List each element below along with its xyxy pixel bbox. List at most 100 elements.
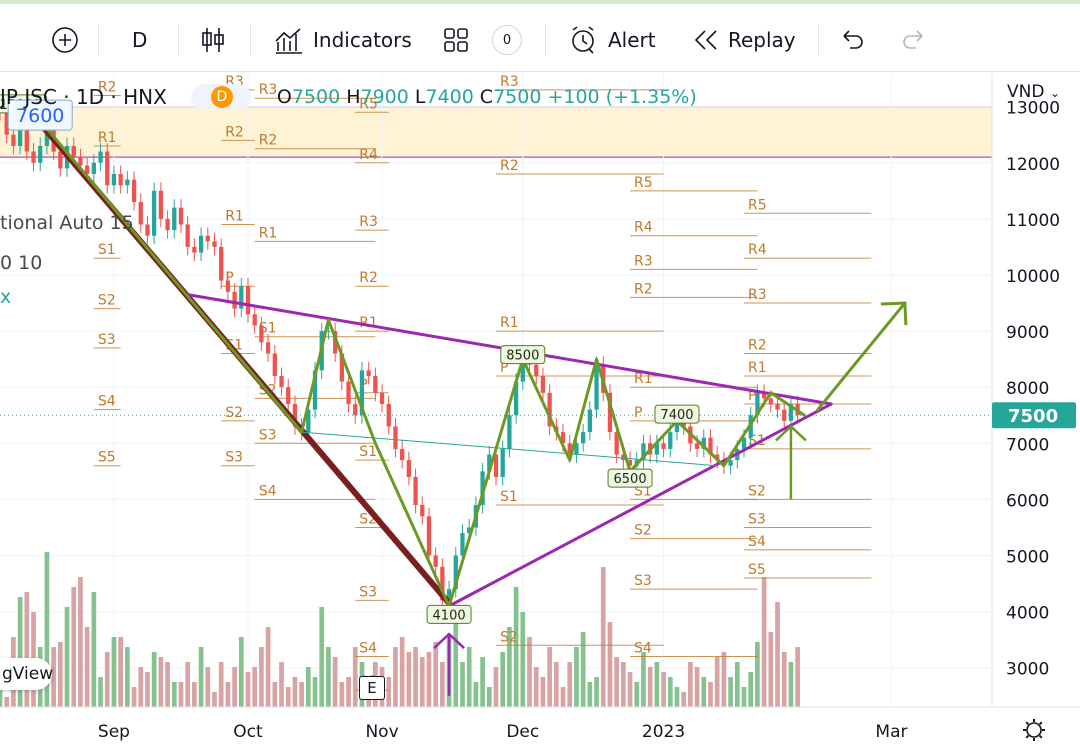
volume-bar — [292, 677, 298, 707]
replay-button[interactable]: Replay — [692, 22, 796, 58]
volume-bar — [527, 637, 532, 707]
candle-body — [145, 224, 150, 236]
ohlc-high: H7900 — [346, 86, 409, 108]
ohlc-open: O7500 — [276, 86, 341, 108]
indicators-button[interactable]: Indicators — [273, 22, 412, 58]
volume-bars — [0, 552, 800, 707]
pivot-label: R4 — [748, 242, 767, 258]
candle-body — [205, 235, 210, 242]
candle-body — [694, 443, 700, 449]
pivot-label: S3 — [748, 511, 766, 527]
indicator-name[interactable]: tional Auto 15 — [0, 212, 134, 234]
candle-body — [38, 145, 43, 163]
volume-bar — [775, 602, 780, 707]
redo-button[interactable] — [900, 22, 926, 58]
volume-bar — [299, 682, 304, 707]
volume-bar — [486, 687, 492, 707]
volume-bar — [265, 627, 271, 707]
price-tick-label: 8000 — [1006, 379, 1049, 399]
volume-bar — [57, 642, 63, 707]
volume-bar — [533, 667, 539, 707]
volume-bar — [440, 662, 445, 707]
pivot-label: R2 — [225, 124, 244, 140]
separator — [545, 24, 546, 56]
volume-bar — [460, 662, 465, 707]
currency-selector[interactable]: VND ⌄ — [1007, 82, 1060, 102]
candle-body — [265, 342, 271, 354]
pivot-label: P — [634, 405, 642, 421]
volume-bar — [125, 647, 130, 707]
pivot-label: S2 — [634, 523, 652, 539]
candle-body — [252, 314, 257, 326]
volume-bar — [205, 667, 211, 707]
price-chart[interactable]: R2 R1 S1 S2 S3 S4 S5 R3 R2 R1 P S1 S2 S3 R3 R2 R1 S1 S2 S3 S… — [0, 73, 1080, 745]
volume-bar — [138, 667, 144, 707]
volume-bar — [393, 647, 398, 707]
pivot-label: R4 — [359, 147, 378, 163]
layout-count[interactable]: 0 — [492, 22, 522, 58]
events-button[interactable]: E — [359, 676, 385, 700]
chart-type-button[interactable] — [200, 22, 226, 58]
layout-grid-icon — [444, 28, 468, 52]
volume-bar — [547, 647, 552, 707]
pivot-label: S4 — [98, 394, 116, 410]
candle-body — [232, 291, 237, 309]
layout-button[interactable] — [442, 22, 470, 58]
time-axis-bg — [0, 707, 992, 745]
candle-body — [165, 218, 170, 231]
volume-bar — [553, 662, 559, 707]
price-tick-label: 12000 — [1006, 155, 1060, 175]
volume-bar — [433, 642, 439, 707]
pivot-label: S3 — [225, 450, 243, 466]
candle-body — [393, 426, 398, 449]
candle-body — [594, 364, 599, 410]
candle-body — [24, 129, 29, 152]
add-symbol-button[interactable] — [50, 22, 80, 58]
pivot-label: R2 — [748, 338, 767, 354]
pivot-label: S4 — [748, 534, 766, 550]
interval-button[interactable]: D — [132, 22, 147, 58]
undo-button[interactable] — [840, 22, 866, 58]
volume-bar — [641, 652, 646, 707]
volume-bar — [326, 647, 331, 707]
volume-bar — [158, 657, 164, 707]
pivot-label: R5 — [634, 175, 653, 191]
volume-bar — [681, 692, 687, 707]
volume-bar — [621, 662, 626, 707]
volume-bar — [145, 672, 150, 707]
volume-bar — [755, 642, 760, 707]
volume-bar — [118, 637, 123, 707]
candle-body — [540, 375, 546, 393]
candle-body — [118, 173, 123, 186]
symbol-title[interactable]: JP JSC · 1D · HNX — [0, 85, 167, 109]
volume-bar — [574, 647, 579, 707]
volume-bar — [607, 622, 613, 707]
pivot-label: R1 — [259, 225, 278, 241]
volume-bar — [560, 687, 566, 707]
candle-body — [373, 375, 378, 393]
pivot-label: R2 — [500, 158, 519, 174]
rewind-icon — [694, 30, 717, 50]
candle-body — [125, 179, 130, 186]
pivot-label: R5 — [748, 197, 767, 213]
pivot-label: S2 — [98, 293, 116, 309]
volume-bar — [225, 682, 231, 707]
tradingview-logo[interactable]: gView — [0, 658, 53, 690]
volume-bar — [78, 577, 83, 707]
alert-button[interactable]: Alert — [568, 22, 656, 58]
pivot-label: S3 — [259, 427, 277, 443]
volume-bar — [84, 627, 90, 707]
volume-bar — [721, 652, 727, 707]
volume-bar — [399, 637, 405, 707]
candle-body — [353, 404, 358, 416]
candle-body — [185, 224, 190, 247]
candle-body — [366, 370, 371, 376]
candle-body — [433, 555, 438, 567]
data-badge[interactable]: D — [190, 84, 251, 110]
volume-bar — [500, 652, 506, 707]
candle-body — [728, 460, 733, 466]
alert-label: Alert — [608, 28, 656, 52]
volume-bar — [419, 657, 425, 707]
volume-bar — [238, 637, 244, 707]
candle-body — [272, 353, 277, 376]
